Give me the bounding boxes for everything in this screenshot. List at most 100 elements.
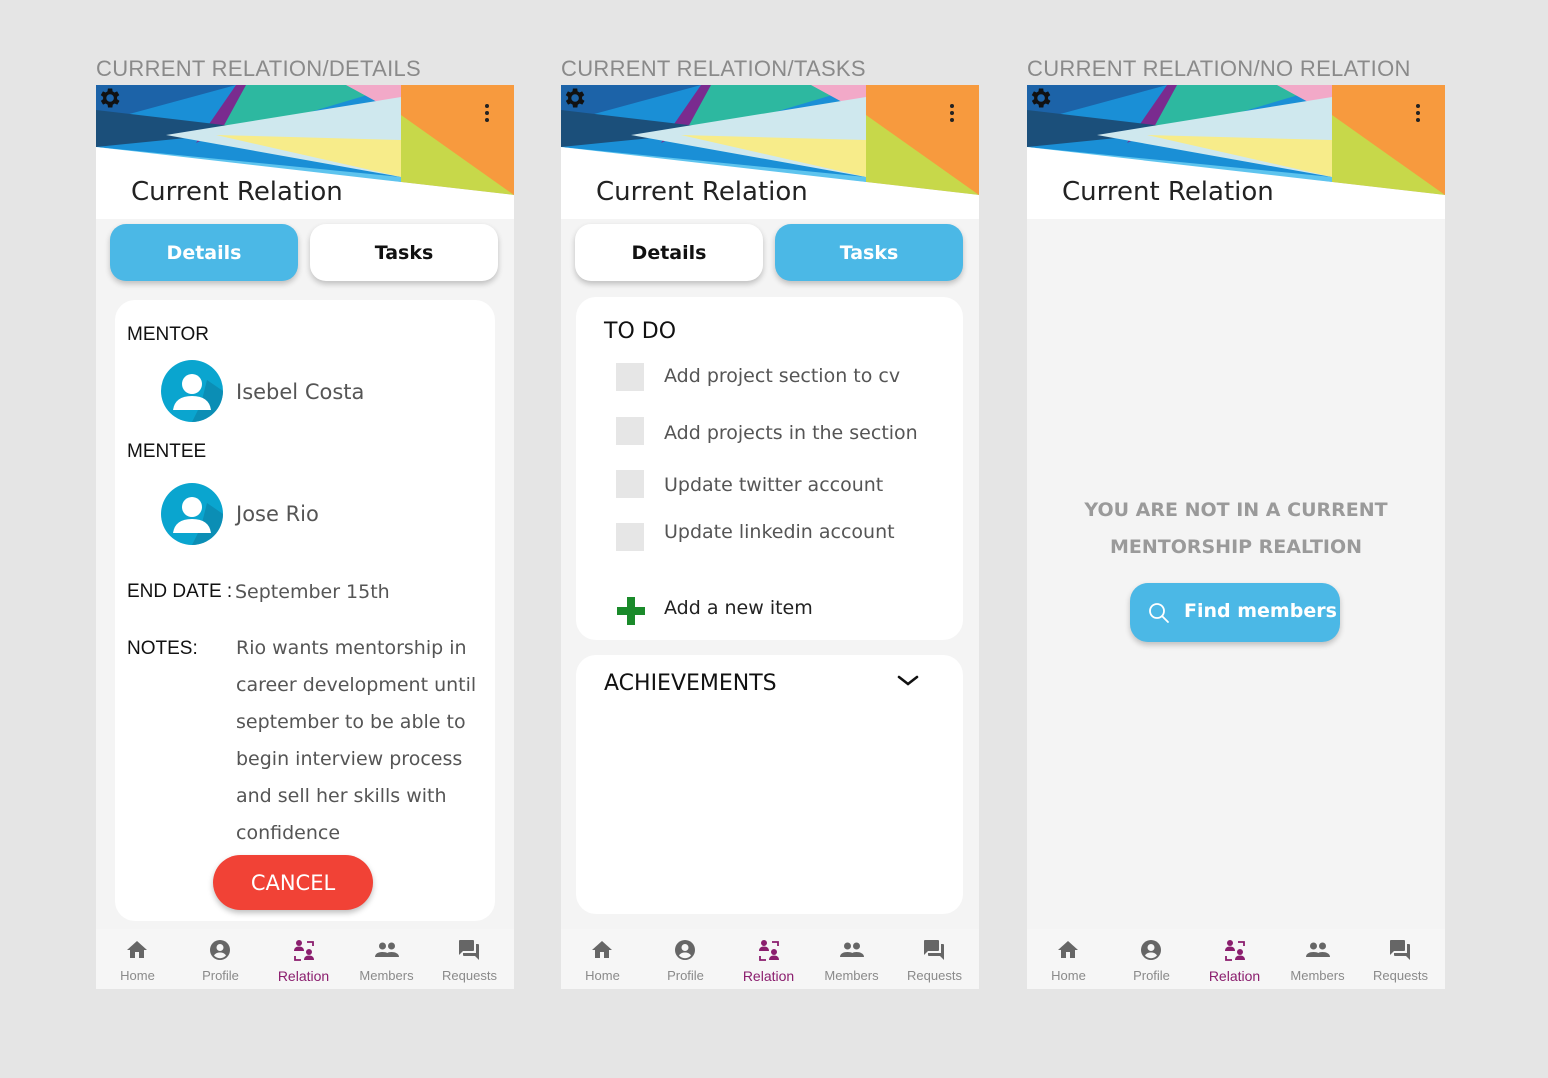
nav-label-profile: Profile: [667, 968, 704, 983]
nav-item-members[interactable]: Members: [345, 929, 428, 989]
nav-item-home[interactable]: Home: [561, 929, 644, 989]
find-members-button[interactable]: Find members: [1130, 583, 1340, 642]
relation-icon: [294, 940, 314, 961]
frame-label-details: CURRENT RELATION/DETAILS: [96, 56, 422, 81]
achievements-card: ACHIEVEMENTS: [576, 655, 963, 914]
add-item-button[interactable]: Add a new item: [616, 593, 856, 629]
gear-icon[interactable]: [561, 85, 587, 111]
nav-label-members: Members: [824, 968, 879, 983]
kebab-menu-icon[interactable]: [483, 104, 491, 126]
task-checkbox[interactable]: [616, 417, 644, 445]
gear-icon[interactable]: [1027, 85, 1053, 111]
task-label: Update linkedin account: [664, 521, 895, 543]
home-icon: [1058, 941, 1078, 958]
end-date-label: END DATE :: [127, 581, 233, 602]
gear-icon[interactable]: [96, 85, 122, 111]
app-header: Current Relation: [1027, 85, 1445, 219]
task-checkbox[interactable]: [616, 523, 644, 551]
details-card: MENTOR Isebel Costa MENTEE Jose Rio END …: [115, 300, 495, 921]
relation-icon: [759, 940, 779, 961]
nav-item-profile[interactable]: Profile: [179, 929, 262, 989]
search-icon: [1149, 603, 1169, 623]
notes-label: NOTES:: [127, 638, 198, 659]
requests-icon: [924, 940, 944, 960]
find-members-label: Find members: [1184, 600, 1337, 622]
nav-item-relation[interactable]: Relation: [727, 929, 810, 989]
profile-icon: [210, 940, 230, 960]
mentee-label: MENTEE: [127, 441, 207, 462]
empty-state-line-1: YOU ARE NOT IN A CURRENT: [1084, 499, 1388, 521]
bottom-nav: Home Profile Relation Members Requests: [1027, 929, 1445, 989]
plus-icon: [617, 597, 645, 625]
requests-icon: [459, 940, 479, 960]
nav-item-requests[interactable]: Requests: [428, 929, 511, 989]
requests-icon: [1390, 940, 1410, 960]
page-title: Current Relation: [131, 177, 343, 207]
nav-label-requests: Requests: [907, 968, 962, 983]
nav-item-relation[interactable]: Relation: [1193, 929, 1276, 989]
task-checkbox[interactable]: [616, 363, 644, 391]
notes-value: Rio wants mentorship in career developme…: [236, 637, 477, 844]
home-icon: [592, 941, 612, 958]
phone-screen-no-relation: Current Relation YOU ARE NOT IN A CURREN…: [1027, 85, 1445, 989]
mentee-avatar[interactable]: [161, 483, 223, 545]
nav-item-profile[interactable]: Profile: [1110, 929, 1193, 989]
nav-label-requests: Requests: [1373, 968, 1428, 983]
nav-label-requests: Requests: [442, 968, 497, 983]
tab-details[interactable]: Details: [575, 224, 763, 281]
task-checkbox[interactable]: [616, 470, 644, 498]
task-label: Update twitter account: [664, 474, 884, 496]
nav-item-profile[interactable]: Profile: [644, 929, 727, 989]
frame-label-tasks: CURRENT RELATION/TASKS: [561, 56, 866, 81]
mentee-name: Jose Rio: [236, 502, 319, 526]
frame-label-no-relation: CURRENT RELATION/NO RELATION: [1027, 56, 1411, 81]
mentor-label: MENTOR: [127, 324, 209, 345]
todo-title: TO DO: [604, 319, 677, 344]
mentor-avatar[interactable]: [161, 360, 223, 422]
nav-label-home: Home: [585, 968, 620, 983]
members-icon: [840, 942, 864, 957]
page-title: Current Relation: [596, 177, 808, 207]
phone-screen-tasks: Current Relation Details Tasks TO DO Add…: [561, 85, 979, 989]
nav-label-relation: Relation: [277, 968, 330, 984]
bottom-nav: Home Profile Relation Members Requests: [561, 929, 979, 989]
kebab-menu-icon[interactable]: [1414, 104, 1422, 126]
tab-tasks[interactable]: Tasks: [310, 224, 498, 281]
nav-item-relation[interactable]: Relation: [262, 929, 345, 989]
task-label: Add project section to cv: [664, 365, 901, 387]
phone-screen-details: Current Relation Details Tasks MENTOR Is…: [96, 85, 514, 989]
nav-item-members[interactable]: Members: [1276, 929, 1359, 989]
nav-label-relation: Relation: [742, 968, 795, 984]
nav-label-relation: Relation: [1208, 968, 1261, 984]
nav-label-profile: Profile: [202, 968, 239, 983]
nav-item-home[interactable]: Home: [1027, 929, 1110, 989]
app-header: Current Relation: [561, 85, 979, 219]
mentor-name: Isebel Costa: [236, 380, 365, 404]
page-title: Current Relation: [1062, 177, 1274, 207]
nav-item-requests[interactable]: Requests: [893, 929, 976, 989]
nav-item-requests[interactable]: Requests: [1359, 929, 1442, 989]
nav-item-home[interactable]: Home: [96, 929, 179, 989]
members-icon: [375, 942, 399, 957]
nav-label-home: Home: [1051, 968, 1086, 983]
task-label: Add projects in the section: [664, 422, 918, 444]
relation-icon: [1225, 940, 1245, 961]
bottom-nav: Home Profile Relation Members Requests: [96, 929, 514, 989]
end-date-value: September 15th: [235, 581, 390, 603]
tab-details[interactable]: Details: [110, 224, 298, 281]
add-item-label: Add a new item: [664, 597, 813, 619]
tab-tasks[interactable]: Tasks: [775, 224, 963, 281]
home-icon: [127, 941, 147, 958]
app-header: Current Relation: [96, 85, 514, 219]
empty-state-message: YOU ARE NOT IN A CURRENT MENTORSHIP REAL…: [1027, 492, 1445, 566]
todo-card: TO DO Add project section to cv Add proj…: [576, 297, 963, 640]
empty-state-line-2: MENTORSHIP REALTION: [1109, 536, 1363, 558]
kebab-menu-icon[interactable]: [948, 104, 956, 126]
nav-item-members[interactable]: Members: [810, 929, 893, 989]
profile-icon: [1141, 940, 1161, 960]
nav-label-members: Members: [1290, 968, 1345, 983]
cancel-button[interactable]: CANCEL: [213, 855, 373, 910]
nav-label-home: Home: [120, 968, 155, 983]
chevron-down-icon[interactable]: [896, 673, 920, 689]
members-icon: [1306, 942, 1330, 957]
